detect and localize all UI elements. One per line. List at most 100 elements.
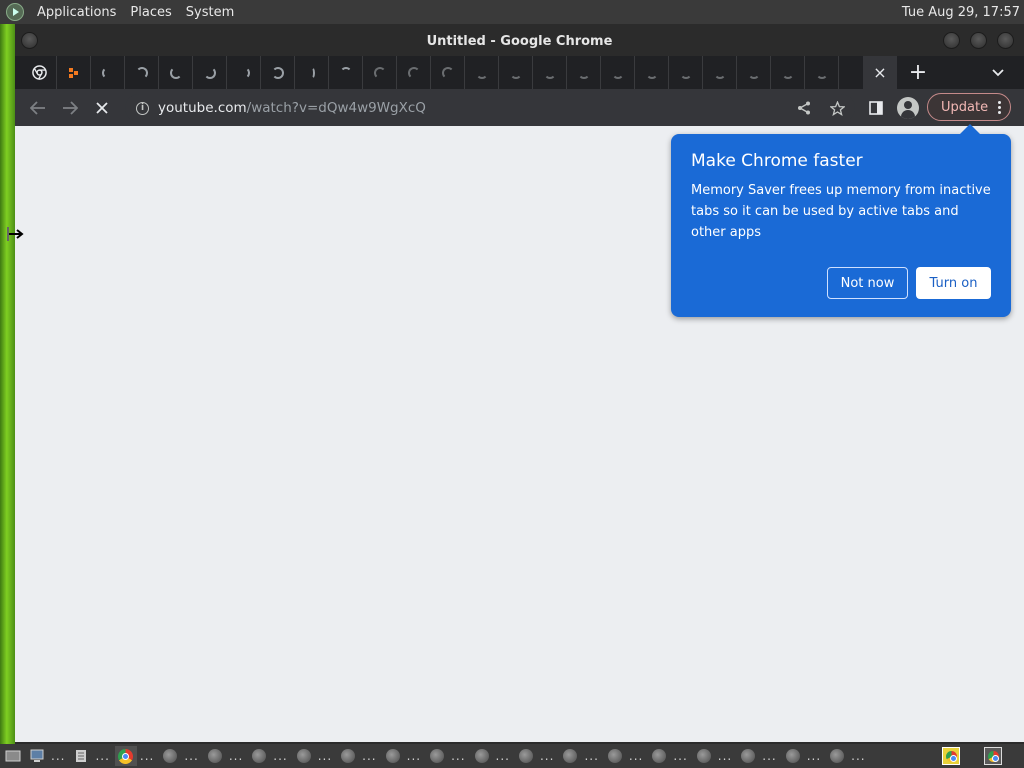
share-button[interactable]	[791, 95, 817, 121]
maximize-button[interactable]	[970, 32, 987, 49]
taskbar-item[interactable]	[737, 746, 759, 766]
forward-button[interactable]	[57, 95, 83, 121]
desktop-top-panel: Applications Places System Tue Aug 29, 1…	[0, 0, 1024, 24]
close-window-button[interactable]	[997, 32, 1014, 49]
loading-spinner-icon	[203, 66, 216, 79]
tab-loading[interactable]	[737, 56, 771, 89]
globe-icon	[430, 749, 445, 763]
tab-loading[interactable]	[91, 56, 125, 89]
taskbar-label: ...	[362, 749, 377, 763]
tab-loading[interactable]	[193, 56, 227, 89]
loading-spinner-icon	[373, 66, 386, 79]
tab-chrome[interactable]	[23, 56, 57, 89]
tab-loading[interactable]	[567, 56, 601, 89]
taskbar-label: ...	[762, 749, 777, 763]
update-button[interactable]: Update	[927, 93, 1011, 121]
toolbar: i youtube.com /watch?v=dQw4w9WgXcQ Updat…	[15, 89, 1024, 126]
loading-spinner-icon	[309, 66, 315, 79]
tab-active[interactable]: ×	[863, 56, 897, 89]
panel-clock[interactable]: Tue Aug 29, 17:57	[902, 5, 1024, 20]
tab-loading[interactable]	[159, 56, 193, 89]
taskbar-item[interactable]	[693, 746, 715, 766]
taskbar-item[interactable]	[382, 746, 404, 766]
taskbar-item-chrome-active[interactable]	[114, 746, 137, 766]
taskbar-item[interactable]	[159, 746, 181, 766]
tab-loading[interactable]	[295, 56, 329, 89]
places-menu[interactable]: Places	[123, 5, 178, 20]
profile-avatar-icon[interactable]	[897, 97, 919, 119]
globe-icon	[341, 749, 356, 763]
arrow-right-icon	[63, 101, 78, 115]
not-now-button[interactable]: Not now	[827, 267, 908, 299]
site-info-icon[interactable]: i	[136, 101, 149, 115]
tab-loading[interactable]	[601, 56, 635, 89]
turn-on-button[interactable]: Turn on	[916, 267, 991, 299]
taskbar-label: ...	[273, 749, 288, 763]
taskbar-label: ...	[51, 749, 66, 763]
tab-loading[interactable]	[805, 56, 839, 89]
taskbar-item[interactable]	[426, 746, 448, 766]
chrome-tab-icon	[32, 65, 47, 80]
applications-menu[interactable]: Applications	[30, 5, 123, 20]
taskbar-item[interactable]	[515, 746, 537, 766]
taskbar-item[interactable]	[648, 746, 670, 766]
tab-loading[interactable]	[771, 56, 805, 89]
tab-loading[interactable]	[669, 56, 703, 89]
loading-spinner-icon	[271, 66, 284, 79]
tab-loading[interactable]	[261, 56, 295, 89]
window-titlebar[interactable]: Untitled - Google Chrome	[15, 26, 1024, 56]
back-button[interactable]	[25, 95, 51, 121]
new-tab-button[interactable]: +	[905, 60, 931, 86]
close-tab-icon[interactable]: ×	[873, 64, 886, 81]
globe-icon	[207, 749, 222, 763]
taskbar-item-terminal[interactable]	[26, 746, 48, 766]
taskbar-item[interactable]	[826, 746, 848, 766]
loading-spinner-icon	[679, 67, 692, 79]
tab-loading[interactable]	[703, 56, 737, 89]
show-desktop-button[interactable]	[2, 746, 24, 766]
taskbar-item[interactable]	[604, 746, 626, 766]
tab-loading[interactable]	[125, 56, 159, 89]
address-bar[interactable]: i youtube.com /watch?v=dQw4w9WgXcQ	[125, 94, 855, 122]
taskbar-item[interactable]	[559, 746, 581, 766]
globe-icon	[696, 749, 711, 763]
window-title: Untitled - Google Chrome	[426, 33, 613, 49]
globe-icon	[830, 749, 845, 763]
taskbar-label: ...	[806, 749, 822, 763]
tab-loading[interactable]	[431, 56, 465, 89]
distro-logo-icon[interactable]	[6, 3, 24, 21]
tab-search-button[interactable]	[985, 60, 1011, 86]
chevron-down-icon	[992, 69, 1004, 77]
taskbar-item[interactable]	[248, 746, 270, 766]
desktop-icon	[5, 750, 21, 762]
tab-loading[interactable]	[499, 56, 533, 89]
tab-loading[interactable]	[329, 56, 363, 89]
tab-loading[interactable]	[635, 56, 669, 89]
taskbar-item[interactable]	[337, 746, 359, 766]
loading-spinner-icon	[577, 67, 590, 79]
workspace-switcher-2[interactable]	[982, 746, 1004, 766]
window-menu-button[interactable]	[21, 32, 38, 49]
bottom-taskbar: ... ... ... ... ... ... ... ... ... ... …	[0, 744, 1024, 768]
taskbar-item-editor[interactable]	[70, 746, 92, 766]
taskbar-item[interactable]	[782, 746, 804, 766]
bookmark-star-button[interactable]	[824, 95, 850, 121]
tab-loading[interactable]	[363, 56, 397, 89]
more-options-icon[interactable]	[998, 100, 1001, 114]
side-panel-button[interactable]	[863, 95, 889, 121]
taskbar-item[interactable]	[471, 746, 493, 766]
taskbar-item[interactable]	[293, 746, 315, 766]
side-panel-icon	[869, 101, 883, 115]
taskbar-label: ...	[584, 749, 599, 763]
tab-app[interactable]	[57, 56, 91, 89]
minimize-button[interactable]	[943, 32, 960, 49]
tab-loading[interactable]	[397, 56, 431, 89]
stop-loading-button[interactable]	[89, 95, 115, 121]
tab-loading[interactable]	[227, 56, 261, 89]
loading-spinner-icon	[611, 67, 624, 79]
tab-loading[interactable]	[533, 56, 567, 89]
taskbar-item[interactable]	[204, 746, 226, 766]
tab-loading[interactable]	[465, 56, 499, 89]
workspace-switcher-1[interactable]	[940, 746, 962, 766]
system-menu[interactable]: System	[179, 5, 241, 20]
